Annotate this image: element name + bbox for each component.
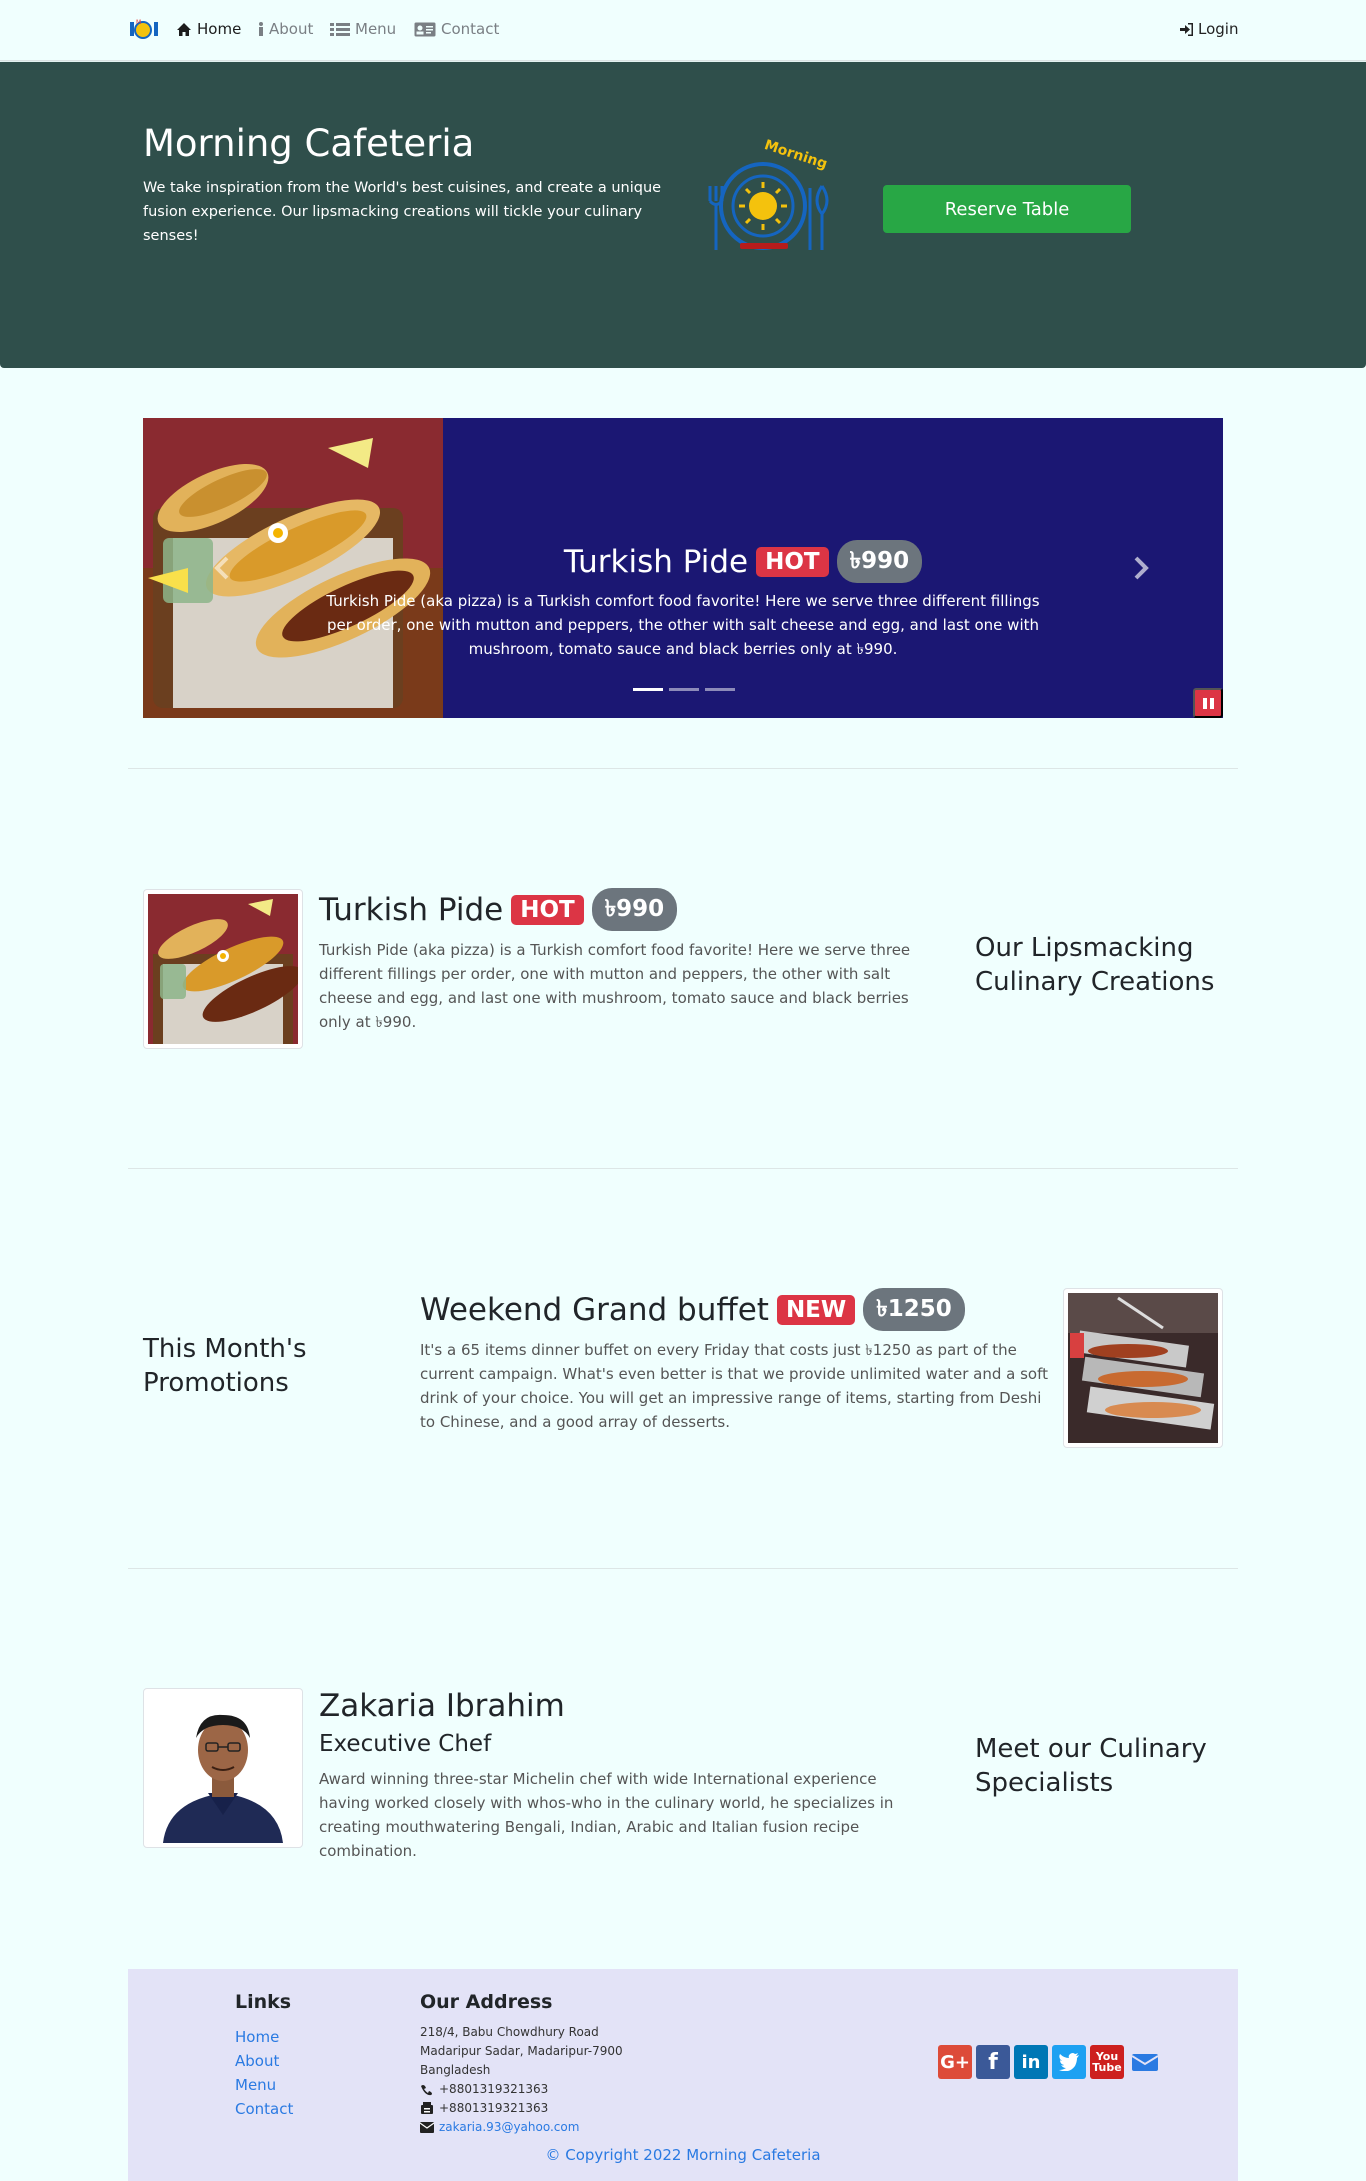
carousel-indicator[interactable] (633, 688, 663, 691)
footer-link-about[interactable]: About (235, 2049, 293, 2073)
featured-carousel: Turkish Pide HOT ৳990 Turkish Pide (aka … (143, 418, 1223, 718)
info-icon (259, 21, 263, 36)
nav-contact-label: Contact (441, 20, 500, 38)
carousel-pause-button[interactable] (1193, 688, 1223, 718)
login-link[interactable]: Login (1180, 20, 1238, 38)
chef-name: Zakaria Ibrahim (319, 1688, 565, 1724)
logo-text: Morning (762, 137, 829, 172)
divider (128, 768, 1238, 769)
nav-menu-label: Menu (355, 20, 397, 38)
dish-thumbnail (143, 889, 303, 1049)
home-icon (177, 22, 191, 36)
footer-links-heading: Links (235, 1991, 292, 2013)
chef-role: Executive Chef (319, 1731, 492, 1757)
brand-logo-icon[interactable]: M (128, 16, 168, 42)
promotion-title-row: Weekend Grand buffet NEW ৳1250 (420, 1288, 965, 1331)
fax-icon (421, 2102, 433, 2114)
buffet-thumb-image (1068, 1293, 1218, 1443)
price-badge: ৳1250 (863, 1288, 965, 1331)
phone-icon (421, 2084, 432, 2095)
promotion-thumbnail (1063, 1288, 1223, 1448)
cafeteria-logo: Morning (708, 137, 829, 250)
footer-address: 218/4, Babu Chowdhury Road Madaripur Sad… (420, 2023, 623, 2137)
list-icon (330, 22, 350, 36)
footer: Links Home About Menu Contact Our Addres… (128, 1969, 1238, 2181)
nav-about-link[interactable]: About (258, 20, 313, 38)
dish-title-row: Turkish Pide HOT ৳990 (319, 888, 678, 931)
carousel-title: Turkish Pide (563, 543, 749, 580)
phone-row: +8801319321363 (420, 2080, 623, 2099)
login-label: Login (1198, 20, 1239, 38)
mail-icon[interactable] (1128, 2045, 1162, 2079)
carousel-indicator[interactable] (669, 688, 699, 691)
email-link[interactable]: zakaria.93@yahoo.com (439, 2118, 579, 2137)
divider (128, 1168, 1238, 1169)
dish-side-heading: Our Lipsmacking Culinary Creations (975, 933, 1215, 997)
promotion-description: It's a 65 items dinner buffet on every F… (420, 1341, 1048, 1431)
fax-number: +8801319321363 (439, 2101, 549, 2115)
email-row: zakaria.93@yahoo.com (420, 2118, 623, 2137)
hot-badge: HOT (756, 546, 829, 577)
chef-photo (148, 1693, 298, 1843)
google-plus-icon[interactable]: G+ (938, 2045, 972, 2079)
divider (128, 1568, 1238, 1569)
facebook-icon[interactable]: f (976, 2045, 1010, 2079)
phone-number: +8801319321363 (439, 2082, 549, 2096)
hot-badge: HOT (511, 894, 584, 925)
address-line: Bangladesh (420, 2063, 491, 2077)
price-badge: ৳990 (836, 540, 923, 583)
carousel-indicators (633, 688, 735, 691)
new-badge: NEW (776, 1294, 856, 1325)
footer-links: Home About Menu Contact (235, 2025, 293, 2121)
dish-description: Turkish Pide (aka pizza) is a Turkish co… (319, 941, 911, 1031)
turkish-pide-thumb-image (148, 894, 298, 1044)
social-links: G+ f in You Tube (938, 2045, 1162, 2079)
address-line: Madaripur Sadar, Madaripur-7900 (420, 2044, 623, 2058)
fax-row: +8801319321363 (420, 2099, 623, 2118)
nav-contact-link[interactable]: Contact (414, 20, 499, 38)
footer-link-menu[interactable]: Menu (235, 2073, 293, 2097)
address-card-icon (414, 22, 436, 36)
youtube-icon[interactable]: You Tube (1090, 2045, 1124, 2079)
pause-icon (1202, 697, 1207, 709)
price-badge: ৳990 (591, 888, 678, 931)
promotion-side-heading: This Month's Promotions (143, 1334, 307, 1398)
promotion-title: Weekend Grand buffet (420, 1291, 769, 1328)
envelope-icon (420, 2122, 434, 2133)
carousel-indicator[interactable] (705, 688, 735, 691)
footer-link-home[interactable]: Home (235, 2025, 293, 2049)
nav-home-label: Home (197, 20, 242, 38)
nav-menu-link[interactable]: Menu (330, 20, 396, 38)
chef-side-heading: Meet our Culinary Specialists (975, 1734, 1207, 1798)
chef-bio: Award winning three-star Michelin chef w… (319, 1770, 894, 1860)
svg-text:M: M (136, 19, 141, 26)
site-title: Morning Cafeteria (143, 122, 475, 165)
jumbotron: Morning Cafeteria We take inspiration fr… (0, 62, 1366, 368)
twitter-icon[interactable] (1052, 2045, 1086, 2079)
linkedin-icon[interactable]: in (1014, 2045, 1048, 2079)
reserve-table-button[interactable]: Reserve Table (883, 185, 1131, 233)
nav-home-link[interactable]: Home (176, 20, 241, 38)
copyright: © Copyright 2022 Morning Cafeteria (545, 2146, 821, 2164)
sign-in-icon (1180, 22, 1193, 36)
dish-title: Turkish Pide (319, 891, 504, 928)
carousel-text: Turkish Pide (aka pizza) is a Turkish co… (326, 592, 1040, 658)
site-description: We take inspiration from the World's bes… (143, 180, 662, 244)
navbar: M Home About Menu Contact Login (0, 0, 1366, 61)
address-line: 218/4, Babu Chowdhury Road (420, 2025, 599, 2039)
carousel-caption: Turkish Pide HOT ৳990 (143, 540, 1223, 583)
chef-thumbnail (143, 1688, 303, 1848)
footer-link-contact[interactable]: Contact (235, 2097, 293, 2121)
carousel-next-icon[interactable] (1130, 556, 1150, 580)
footer-address-heading: Our Address (420, 1991, 553, 2013)
nav-about-label: About (269, 20, 314, 38)
